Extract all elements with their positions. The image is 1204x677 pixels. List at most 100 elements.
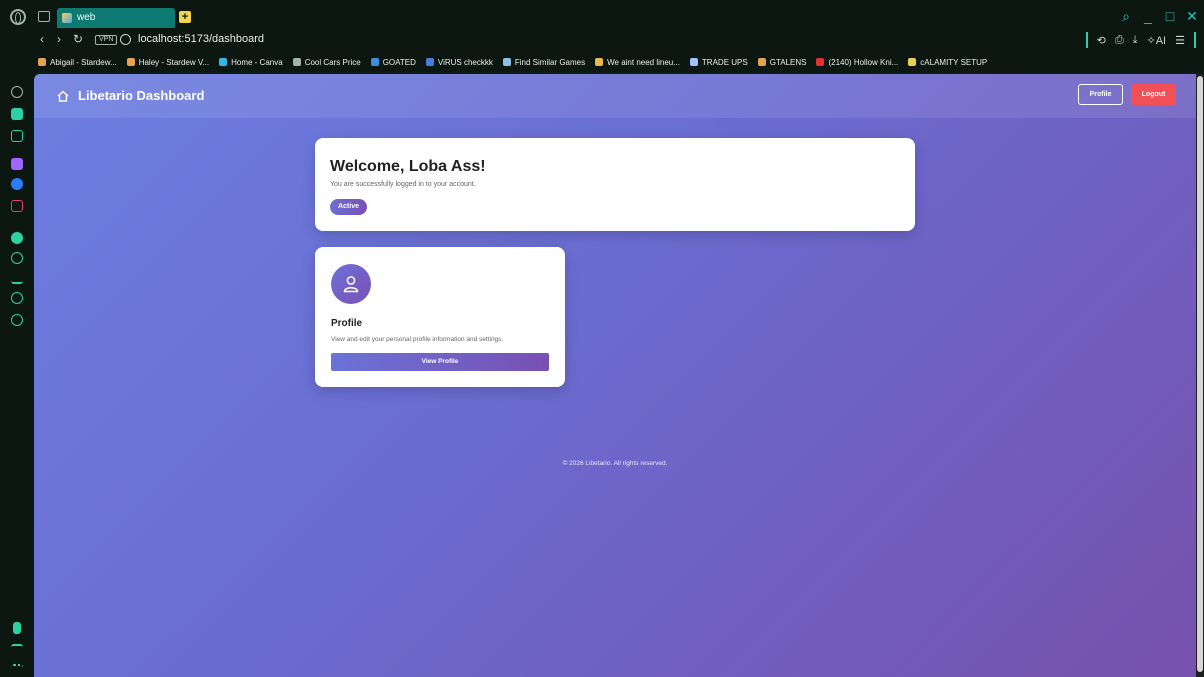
logout-button[interactable]: Logout: [1131, 84, 1176, 105]
downloads-icon[interactable]: [11, 272, 23, 284]
history-icon[interactable]: [11, 252, 23, 264]
bookmark-item[interactable]: Haley - Stardew V...: [126, 57, 210, 67]
welcome-card: Welcome, Loba Ass! You are successfully …: [315, 138, 915, 231]
bookmark-favicon-icon: [908, 58, 917, 66]
instagram-icon[interactable]: [11, 200, 23, 212]
back-icon[interactable]: ‹: [40, 32, 44, 46]
bookmark-item[interactable]: ViRUS checkkk: [425, 57, 493, 67]
house-icon: [56, 89, 70, 103]
player-icon[interactable]: [11, 130, 23, 142]
profile-card-description: View and edit your personal profile info…: [331, 336, 504, 343]
brand-title: Libetario Dashboard: [78, 88, 205, 103]
bookmark-label: Abigail - Stardew...: [50, 57, 117, 67]
bookmark-favicon-icon: [126, 58, 135, 66]
bookmark-favicon-icon: [502, 58, 511, 66]
bookmark-label: GTALENS: [769, 57, 807, 67]
search-tabs-icon[interactable]: ⌕: [1120, 8, 1132, 25]
aria-icon[interactable]: [11, 86, 23, 98]
bookmark-label: TRADE UPS: [701, 57, 748, 67]
bookmark-item[interactable]: Find Similar Games: [502, 57, 586, 67]
extensions-icon[interactable]: ⟲: [1097, 34, 1106, 47]
download-icon[interactable]: ⤓: [1133, 34, 1138, 47]
bookmark-item[interactable]: We aint need lineu...: [595, 58, 680, 67]
more-icon[interactable]: [11, 664, 23, 676]
header-profile-button[interactable]: Profile: [1078, 84, 1123, 105]
welcome-title: Welcome, Loba Ass!: [330, 158, 486, 175]
view-profile-button[interactable]: View Profile: [331, 353, 549, 371]
settings-icon[interactable]: [11, 314, 23, 326]
bookmark-label: (2140) Hollow Kni...: [828, 57, 899, 67]
ai-button[interactable]: ✧AI: [1147, 34, 1167, 47]
bookmark-favicon-icon: [219, 58, 228, 66]
twitch-icon[interactable]: [11, 158, 23, 170]
avatar: [331, 264, 371, 304]
bookmark-favicon-icon: [816, 58, 825, 66]
bookmark-label: Haley - Stardew V...: [138, 57, 210, 67]
app-header: Libetario Dashboard Profile Logout: [34, 74, 1196, 118]
browser-top-bar: web + ⌕ _ □ ✕ ‹ › ↻ VPN localhost:5173/d…: [0, 0, 1204, 52]
bookmark-item[interactable]: GOATED: [370, 57, 416, 67]
tab-row: web + ⌕ _ □ ✕: [0, 8, 1204, 28]
welcome-subtitle: You are successfully logged in to your a…: [330, 181, 476, 188]
bookmark-favicon-icon: [370, 58, 379, 66]
bookmark-label: Cool Cars Price: [304, 57, 361, 67]
bookmark-item[interactable]: Abigail - Stardew...: [38, 58, 117, 67]
messenger-icon[interactable]: [11, 178, 23, 190]
extensions-sidebar-icon[interactable]: [11, 292, 23, 304]
ai-label: AI: [1155, 34, 1167, 47]
bookmark-item[interactable]: Cool Cars Price: [292, 57, 361, 67]
url-field[interactable]: localhost:5173/dashboard: [138, 33, 264, 45]
bookmark-favicon-icon: [757, 58, 766, 66]
bookmark-favicon-icon: [38, 58, 46, 66]
opera-logo-icon[interactable]: [10, 9, 26, 25]
bookmark-favicon-icon: [595, 58, 604, 66]
easy-setup-icon[interactable]: ☰: [1175, 34, 1185, 47]
bookmark-favicon-icon: [292, 58, 301, 66]
bookmark-label: ViRUS checkkk: [437, 57, 493, 67]
page-scrollbar[interactable]: [1196, 74, 1204, 677]
spotify-icon[interactable]: [11, 232, 23, 244]
bookmark-item[interactable]: cALAMITY SETUP: [908, 58, 987, 67]
browser-tab[interactable]: web: [57, 8, 175, 28]
address-row: ‹ › ↻ VPN localhost:5173/dashboard ⟲ ⎙ ⤓…: [0, 31, 1204, 49]
browser-toolbar-right: ⟲ ⎙ ⤓ ✧AI ☰: [1085, 31, 1196, 49]
bookmark-favicon-icon: [689, 58, 698, 66]
bookmark-item[interactable]: Home - Canva: [219, 58, 283, 67]
window-controls: ⌕ _ □ ✕: [1120, 8, 1198, 25]
accent-divider: [1194, 32, 1196, 48]
site-info-icon[interactable]: [120, 34, 131, 45]
bookmark-label: Find Similar Games: [514, 57, 586, 67]
brand[interactable]: Libetario Dashboard: [56, 88, 204, 103]
profile-card: Profile View and edit your personal prof…: [315, 247, 565, 387]
workspaces-icon[interactable]: [11, 108, 23, 120]
profile-card-title: Profile: [331, 318, 363, 329]
pinboard-icon[interactable]: [13, 622, 21, 634]
gx-corner-icon[interactable]: [11, 644, 23, 656]
status-badge: Active: [330, 199, 367, 215]
accent-divider: [1085, 32, 1088, 48]
reload-icon[interactable]: ↻: [73, 32, 83, 46]
bookmark-label: Home - Canva: [231, 57, 283, 67]
bookmark-item[interactable]: (2140) Hollow Kni...: [816, 58, 898, 67]
bookmark-label: cALAMITY SETUP: [920, 57, 988, 67]
bookmark-favicon-icon: [425, 58, 434, 66]
scrollbar-thumb[interactable]: [1197, 76, 1203, 672]
user-icon: [343, 276, 359, 293]
maximize-icon[interactable]: □: [1164, 8, 1176, 25]
forward-icon[interactable]: ›: [57, 32, 61, 46]
new-tab-icon[interactable]: +: [179, 11, 191, 23]
close-icon[interactable]: ✕: [1186, 8, 1198, 25]
bookmarks-bar: Abigail - Stardew... Haley - Stardew V...…: [0, 52, 1204, 72]
vpn-badge[interactable]: VPN: [95, 35, 118, 45]
snapshot-icon[interactable]: ⎙: [1115, 34, 1124, 47]
minimize-icon[interactable]: _: [1142, 8, 1154, 25]
browser-sidebar: [0, 72, 34, 677]
bookmark-label: We aint need lineu...: [607, 57, 680, 67]
bookmark-item[interactable]: GTALENS: [757, 57, 807, 67]
bookmark-label: GOATED: [382, 57, 416, 67]
footer-copyright: © 2026 Libetario. All rights reserved.: [562, 460, 668, 467]
tab-favicon-icon: [62, 13, 72, 23]
tab-switcher-icon[interactable]: [38, 11, 50, 22]
tab-title: web: [77, 12, 96, 23]
bookmark-item[interactable]: TRADE UPS: [689, 57, 748, 67]
